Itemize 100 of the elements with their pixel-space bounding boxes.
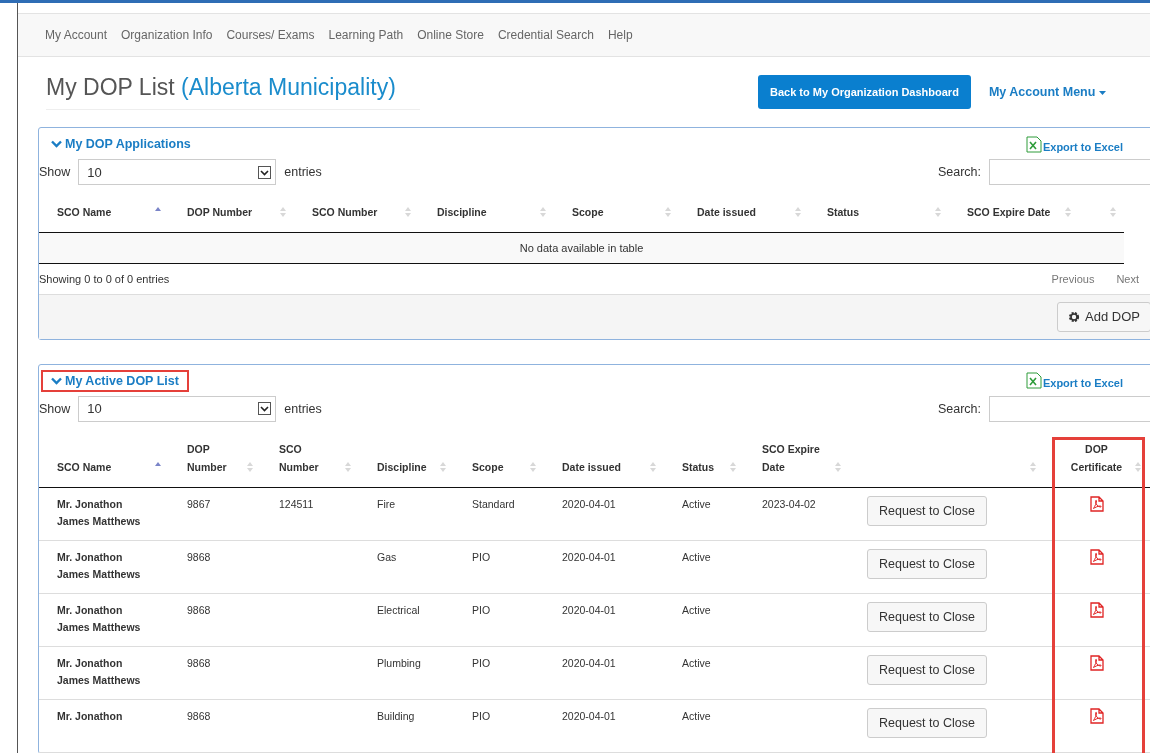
nav-link[interactable]: Credential Search	[497, 28, 594, 42]
column-header[interactable]: Discipline	[437, 206, 487, 218]
request-close-button[interactable]: Request to Close	[867, 707, 987, 738]
spreadsheet-icon	[1025, 135, 1042, 153]
table-cell: 9868	[187, 603, 211, 616]
table-cell: PIO	[472, 656, 491, 669]
page-title: My DOP List	[46, 74, 175, 100]
gear-icon	[1068, 310, 1081, 323]
table-cell: 2020-04-01	[562, 603, 616, 616]
table-cell: Standard	[472, 497, 515, 510]
table-cell: 2020-04-01	[562, 709, 616, 722]
table-cell: 2020-04-01	[562, 656, 616, 669]
column-header[interactable]: SCO Expire Date	[967, 206, 1051, 218]
sort-icon[interactable]	[730, 461, 736, 472]
column-header[interactable]: Scope	[572, 206, 604, 218]
column-header[interactable]: Date issued	[697, 206, 756, 218]
request-close-button[interactable]: Request to Close	[867, 654, 987, 685]
nav-link[interactable]: Online Store	[417, 28, 484, 42]
show-label: Show	[39, 401, 71, 416]
nav-link[interactable]: My Account	[45, 28, 108, 42]
add-dop-button[interactable]: Add DOP	[1057, 301, 1150, 332]
nav-link[interactable]: Help	[607, 28, 633, 42]
export-link[interactable]: Export to Excel	[1025, 372, 1123, 390]
search-label: Search:	[937, 165, 981, 179]
table-cell: 2020-04-01	[562, 497, 616, 510]
column-header[interactable]: Status	[827, 206, 860, 218]
nav-link[interactable]: Organization Info	[121, 28, 213, 42]
table-cell: 9868	[187, 709, 211, 722]
column-header[interactable]: SCO Name	[57, 458, 112, 477]
column-header[interactable]: SCO Expire Date	[762, 440, 831, 477]
sort-icon[interactable]	[247, 461, 253, 472]
show-label: Show	[39, 165, 71, 179]
page-size-select[interactable]: 10	[78, 159, 277, 185]
column-header[interactable]: DOP Number	[187, 440, 243, 477]
table-cell: Mr. Jonathon James Matthews	[57, 550, 141, 581]
sort-icon[interactable]	[1065, 206, 1071, 217]
sort-icon[interactable]	[280, 206, 286, 217]
pdf-icon[interactable]	[1089, 654, 1104, 671]
table-cell: 2023-04-02	[762, 497, 816, 510]
sort-icon[interactable]	[530, 461, 536, 472]
table-cell: Mr. Jonathon James Matthews	[57, 656, 141, 687]
pdf-icon[interactable]	[1089, 707, 1104, 724]
column-header[interactable]: SCO Number	[279, 440, 341, 477]
search-field[interactable]	[989, 395, 1150, 422]
table-cell: 9867	[187, 497, 211, 510]
column-header[interactable]: DOP Certificate	[1062, 440, 1131, 477]
column-header[interactable]: Date issued	[562, 458, 621, 477]
column-header[interactable]: Discipline	[377, 458, 427, 477]
sort-icon[interactable]	[1110, 206, 1116, 217]
export-link[interactable]: Export to Excel	[1025, 135, 1123, 153]
table-cell: PIO	[472, 550, 491, 563]
sort-icon[interactable]	[440, 461, 446, 472]
empty-message: No data available in table	[519, 241, 644, 254]
table-cell: 2020-04-01	[562, 550, 616, 563]
pdf-icon[interactable]	[1089, 548, 1104, 565]
nav-link[interactable]: Courses/ Exams	[226, 28, 315, 42]
nav-link[interactable]: Learning Path	[328, 28, 404, 42]
search-field[interactable]	[989, 159, 1150, 185]
section-toggle[interactable]: My DOP Applications	[41, 133, 201, 155]
previous-link[interactable]: Previous	[1051, 272, 1095, 285]
sort-icon[interactable]	[405, 206, 411, 217]
sort-icon[interactable]	[665, 206, 671, 217]
entries-label: entries	[284, 401, 322, 416]
table-cell: Plumbing	[377, 656, 421, 669]
pdf-icon[interactable]	[1089, 601, 1104, 618]
sort-icon[interactable]	[795, 206, 801, 217]
table-cell: 124511	[279, 497, 314, 510]
spreadsheet-icon	[1025, 372, 1042, 390]
sort-icon[interactable]	[1030, 461, 1036, 472]
page-size-select[interactable]: 10	[78, 395, 277, 422]
table-cell: Mr. Jonathon James Matthews	[57, 603, 141, 634]
table-cell: Electrical	[377, 603, 420, 616]
sort-icon[interactable]	[345, 461, 351, 472]
column-header[interactable]: Scope	[472, 458, 504, 477]
column-header[interactable]: DOP Number	[187, 206, 253, 218]
request-close-button[interactable]: Request to Close	[867, 601, 987, 632]
table-cell: PIO	[472, 603, 491, 616]
pdf-icon[interactable]	[1089, 495, 1104, 512]
next-link[interactable]: Next	[1116, 272, 1139, 285]
section-toggle[interactable]: My Active DOP List	[41, 369, 189, 392]
sort-icon[interactable]	[935, 206, 941, 217]
column-header[interactable]: SCO Name	[57, 206, 112, 218]
sort-icon[interactable]	[1135, 461, 1141, 472]
request-close-button[interactable]: Request to Close	[867, 495, 987, 526]
account-menu[interactable]: My Account Menu	[988, 85, 1106, 99]
sort-icon[interactable]	[650, 461, 656, 472]
entries-label: entries	[284, 165, 322, 179]
table-cell: Active	[682, 497, 711, 510]
table-cell: Mr. Jonathon	[57, 709, 123, 722]
table-cell: Gas	[377, 550, 397, 563]
chevron-icon	[51, 376, 62, 385]
dashboard-button[interactable]: Back to My Organization Dashboard	[758, 75, 971, 109]
request-close-button[interactable]: Request to Close	[867, 548, 987, 579]
column-header[interactable]: SCO Number	[312, 206, 378, 218]
sort-icon[interactable]	[540, 206, 546, 217]
table-cell: Active	[682, 709, 711, 722]
sort-icon[interactable]	[835, 461, 841, 472]
table-cell: Active	[682, 656, 711, 669]
organization-name: (Alberta Municipality)	[181, 74, 396, 100]
column-header[interactable]: Status	[682, 458, 715, 477]
